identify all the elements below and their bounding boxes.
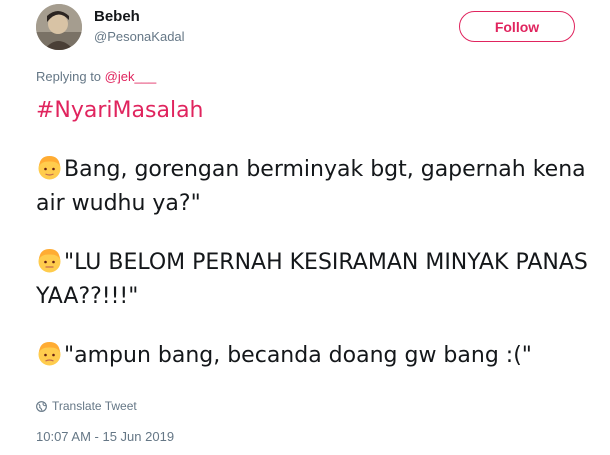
replying-to-label: Replying to — [36, 69, 102, 84]
user-block: Bebeh @PesonaKadal — [94, 8, 185, 46]
person-emoji-icon — [36, 340, 63, 375]
person-emoji-icon — [36, 247, 63, 282]
avatar[interactable] — [36, 4, 82, 50]
translate-tweet-link[interactable]: Translate Tweet — [36, 399, 137, 413]
hashtag-link[interactable]: #NyariMasalah — [36, 98, 204, 123]
globe-icon — [36, 400, 47, 412]
tweet-text: #NyariMasalah Bang, gorengan berminyak b… — [36, 96, 596, 375]
replying-to: Replying to @jek___ — [36, 69, 156, 84]
translate-label[interactable]: Translate Tweet — [52, 399, 137, 413]
username[interactable]: @PesonaKadal — [94, 28, 185, 46]
tweet-paragraph: "LU BELOM PERNAH KESIRAMAN MINYAK PANAS … — [36, 247, 596, 311]
tweet-timestamp[interactable]: 10:07 AM - 15 Jun 2019 — [36, 429, 174, 444]
tweet-line-3: "ampun bang, becanda doang gw bang :(" — [64, 343, 532, 368]
tweet-paragraph: "ampun bang, becanda doang gw bang :(" — [36, 340, 596, 375]
tweet-line-1: Bang, gorengan berminyak bgt, gapernah k… — [36, 157, 586, 216]
follow-button[interactable]: Follow — [459, 11, 575, 42]
tweet-line-2: "LU BELOM PERNAH KESIRAMAN MINYAK PANAS … — [36, 250, 588, 309]
reply-mention-link[interactable]: @jek___ — [105, 69, 157, 84]
display-name[interactable]: Bebeh — [94, 8, 185, 26]
person-emoji-icon — [36, 154, 63, 189]
tweet-paragraph: Bang, gorengan berminyak bgt, gapernah k… — [36, 154, 596, 218]
tweet-header: Bebeh @PesonaKadal Follow — [36, 4, 600, 54]
tweet-card: Bebeh @PesonaKadal Follow Replying to @j… — [0, 0, 610, 455]
